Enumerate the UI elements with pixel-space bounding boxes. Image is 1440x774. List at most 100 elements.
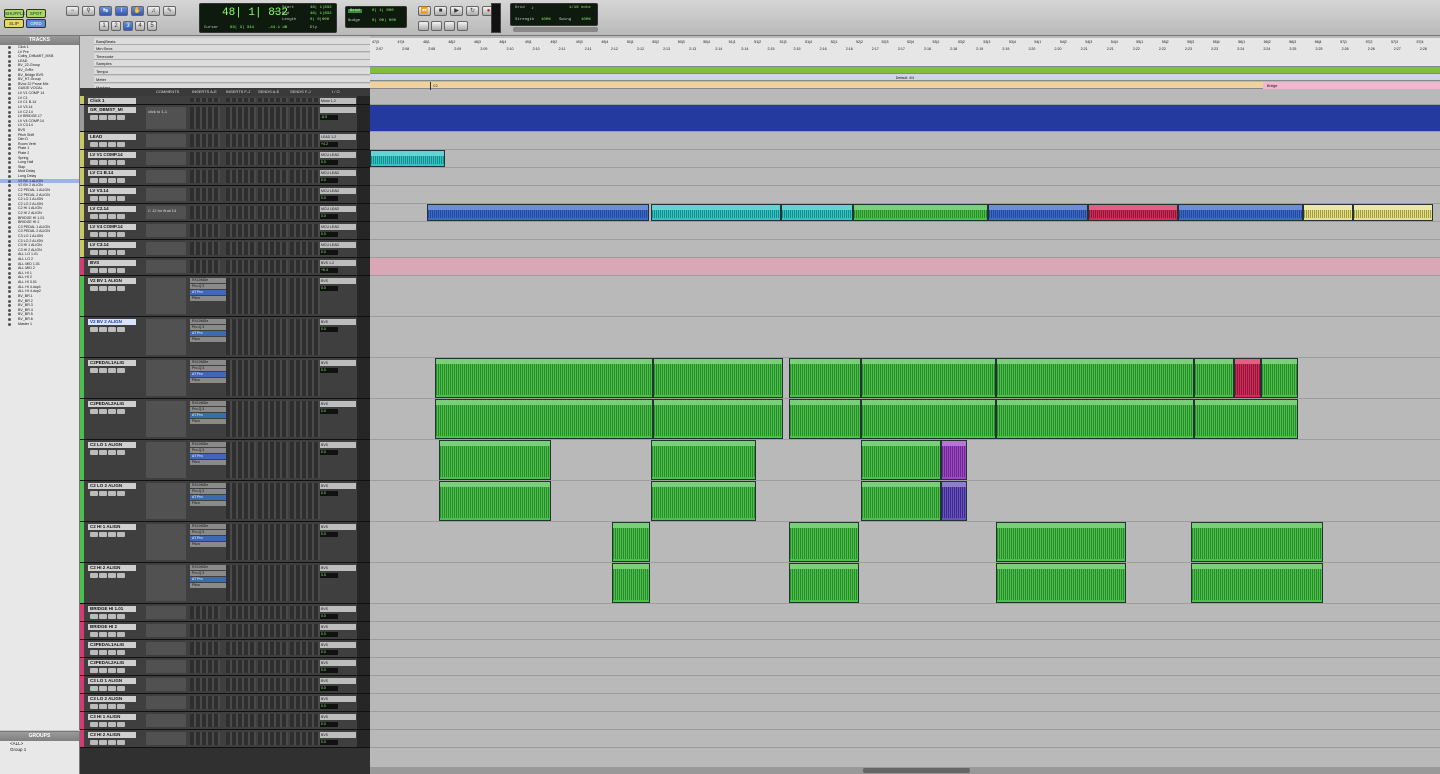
io-output[interactable]: MCU LEAD xyxy=(320,188,356,194)
track-button[interactable] xyxy=(108,214,116,219)
track-button[interactable] xyxy=(99,573,107,578)
track-name[interactable]: LV V3.14 xyxy=(88,188,136,194)
sends-a-e[interactable] xyxy=(258,206,288,219)
track-header[interactable]: C2 HI 1 ALIGN RX10MDe Pro-Q 3 AT Pro Pitcn BV… xyxy=(80,522,370,563)
audio-clip[interactable] xyxy=(1353,204,1433,221)
track-comment[interactable] xyxy=(146,260,186,273)
track-button[interactable] xyxy=(99,532,107,537)
visibility-icon[interactable] xyxy=(8,188,11,192)
track-name[interactable]: V2 BV 1 ALIGN xyxy=(88,278,136,284)
track-button[interactable] xyxy=(99,142,107,147)
sends-a-e[interactable] xyxy=(258,565,288,601)
track-comment[interactable] xyxy=(146,319,186,355)
visibility-icon[interactable] xyxy=(8,87,11,91)
volume-value[interactable]: 0.0 xyxy=(320,686,338,691)
io-output[interactable] xyxy=(320,107,356,113)
track-name[interactable]: V2 BV 2 ALIGN xyxy=(88,319,136,325)
marker-bridge[interactable]: Bridge xyxy=(1263,84,1277,88)
audio-clip[interactable] xyxy=(427,204,649,221)
track-name[interactable]: C2 LO 2 ALIGN xyxy=(88,483,136,489)
sends-f-j[interactable] xyxy=(290,188,320,201)
track-name[interactable]: C3 LO 2 ALIGN xyxy=(88,696,136,702)
volume-value[interactable]: 0.0 xyxy=(320,327,338,332)
inserts-a-e[interactable] xyxy=(190,134,220,147)
sends-f-j[interactable] xyxy=(290,360,320,396)
stop-button[interactable]: ■ xyxy=(434,6,447,16)
track-header[interactable]: Click 1 Mono 1-2 xyxy=(80,96,370,105)
track-button[interactable] xyxy=(117,409,125,414)
track-comment[interactable] xyxy=(146,565,186,601)
sends-f-j[interactable] xyxy=(290,98,320,102)
track-button[interactable] xyxy=(117,196,125,201)
audio-clip[interactable] xyxy=(435,399,653,439)
volume-value[interactable]: 0.0 xyxy=(320,196,338,201)
track-button[interactable] xyxy=(99,650,107,655)
zoom-preset-2[interactable]: 2 xyxy=(111,21,121,31)
inserts-a-e[interactable]: RX10MDe Pro-Q 3 AT Pro Pitcn xyxy=(190,401,230,437)
insert-plugin[interactable]: RX10MDe xyxy=(190,319,230,324)
insert-plugin[interactable]: RX10MDe xyxy=(190,565,230,570)
track-comment[interactable]: click to 1-1 xyxy=(146,107,186,129)
sends-f-j[interactable] xyxy=(290,696,320,709)
track-button[interactable] xyxy=(108,368,116,373)
sends-a-e[interactable] xyxy=(258,242,288,255)
track-button[interactable] xyxy=(90,368,98,373)
next-button[interactable] xyxy=(444,21,455,31)
audio-clip[interactable] xyxy=(861,358,996,398)
io-output[interactable]: MCU LEAD xyxy=(320,170,356,176)
track-buttons[interactable] xyxy=(90,268,136,273)
volume-value[interactable]: +4.2 xyxy=(320,142,338,147)
visibility-icon[interactable] xyxy=(8,276,11,280)
zoom-preset-3[interactable]: 3 xyxy=(123,21,133,31)
zoom-preset-5[interactable]: 5 xyxy=(147,21,157,31)
track-button[interactable] xyxy=(117,286,125,291)
track-name[interactable]: BRIDGE HI 1.01 xyxy=(88,606,136,612)
track-name[interactable]: C2 HI 1 ALIGN xyxy=(88,524,136,530)
visibility-icon[interactable] xyxy=(8,55,11,59)
length-value[interactable]: 0| 0|000 xyxy=(310,18,329,22)
track-buttons[interactable] xyxy=(90,327,136,332)
track-header[interactable]: C3 HI 2 ALIGN BVS 0.0 xyxy=(80,730,370,748)
volume-value[interactable]: 0.0 xyxy=(320,286,338,291)
track-button[interactable] xyxy=(90,722,98,727)
horizontal-scroll-thumb[interactable] xyxy=(863,768,970,773)
insert-plugin[interactable]: Pitcn xyxy=(190,583,230,588)
visibility-icon[interactable] xyxy=(8,179,11,183)
track-name[interactable]: C2PEDAL1ALIG xyxy=(88,360,136,366)
sends-a-e[interactable] xyxy=(258,401,288,437)
marker-c2[interactable]: C2 xyxy=(430,82,438,90)
visibility-icon[interactable] xyxy=(8,46,11,49)
track-list-item[interactable]: Master 1 xyxy=(0,322,79,327)
markers-ruler[interactable]: C2 Bridge xyxy=(370,82,1440,90)
visibility-icon[interactable] xyxy=(8,59,11,63)
track-button[interactable] xyxy=(99,196,107,201)
loop-button[interactable]: ↻ xyxy=(466,6,479,16)
audio-clip[interactable] xyxy=(853,204,988,221)
visibility-icon[interactable] xyxy=(8,234,11,238)
track-header[interactable]: BRIDGE HI 1.01 BVS 0.0 xyxy=(80,604,370,622)
track-header[interactable]: C3PEDAL2ALIG BVS 0.0 xyxy=(80,658,370,676)
visibility-icon[interactable] xyxy=(8,184,11,188)
track-header[interactable]: LEAD LEAD 1-2 +4.2 xyxy=(80,132,370,150)
inserts-f-j[interactable] xyxy=(226,360,256,396)
audio-clip[interactable] xyxy=(789,399,861,439)
track-name[interactable]: C2 LO 1 ALIGN xyxy=(88,442,136,448)
inserts-f-j[interactable] xyxy=(226,660,256,673)
track-header[interactable]: C3 LO 1 ALIGN BVS 0.0 xyxy=(80,676,370,694)
sends-f-j[interactable] xyxy=(290,642,320,655)
insert-plugin[interactable]: Pro-Q 3 xyxy=(190,284,230,289)
inserts-a-e[interactable] xyxy=(190,642,220,655)
io-output[interactable]: BVS xyxy=(320,624,356,630)
visibility-icon[interactable] xyxy=(8,147,11,151)
audio-clip[interactable] xyxy=(789,358,861,398)
track-button[interactable] xyxy=(99,268,107,273)
sends-a-e[interactable] xyxy=(258,152,288,165)
track-button[interactable] xyxy=(117,614,125,619)
sends-a-e[interactable] xyxy=(258,624,288,637)
track-button[interactable] xyxy=(108,115,116,120)
track-comment[interactable] xyxy=(146,170,186,183)
io-output[interactable]: BVS xyxy=(320,483,356,489)
inserts-a-e[interactable]: RX10MDe Pro-Q 3 AT Pro Pitcn xyxy=(190,565,230,601)
track-button[interactable] xyxy=(117,327,125,332)
audio-clip[interactable] xyxy=(612,522,650,562)
